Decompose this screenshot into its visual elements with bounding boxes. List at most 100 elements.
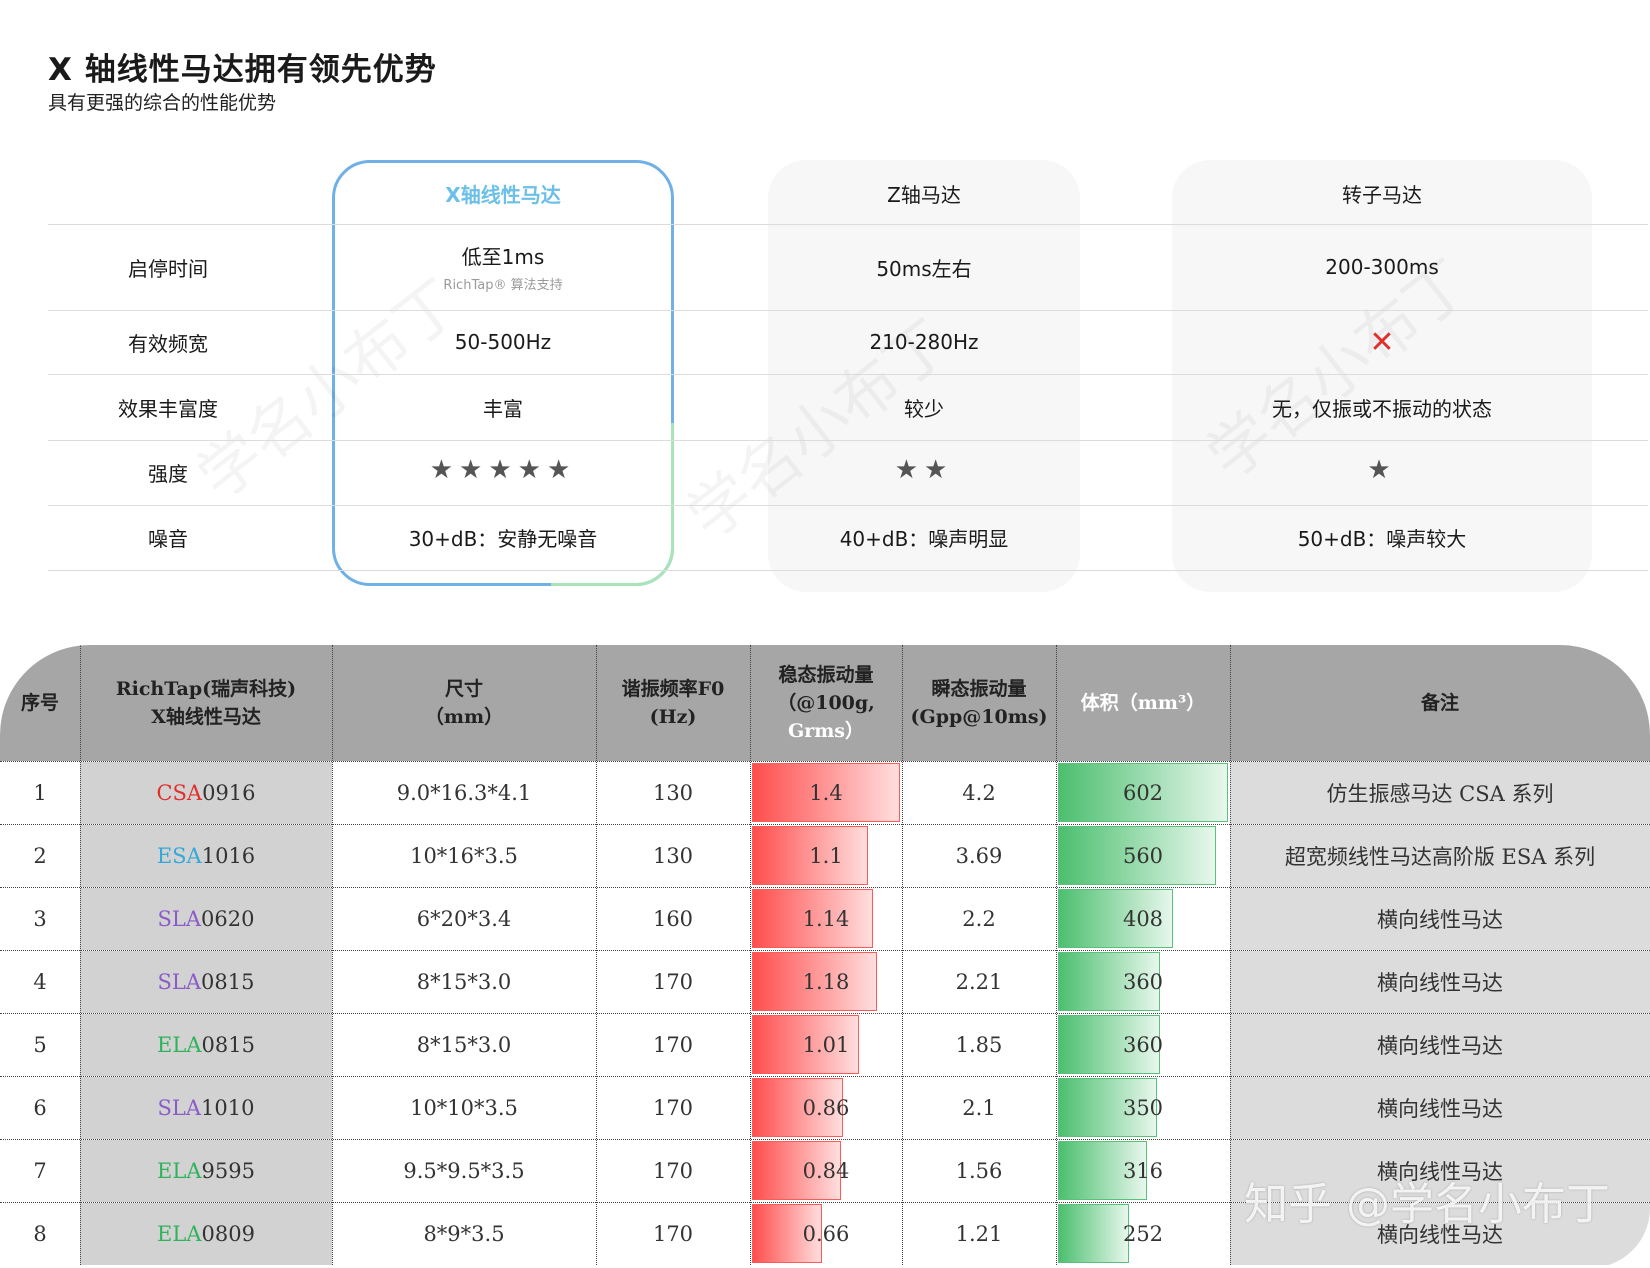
cell-f0: 170 [652, 1033, 694, 1057]
cell-model: CSA 0916 [80, 762, 332, 824]
column-divider [750, 645, 751, 1265]
page-title: X 轴线性马达拥有领先优势 [48, 52, 437, 88]
cell-value: 560 [1122, 844, 1164, 868]
cell-f0: 170 [652, 1159, 694, 1183]
header-volume: 体积（mm³） [1080, 692, 1206, 714]
cell-steady: 1.01 [750, 1014, 902, 1076]
cell-volume: 560 [1056, 825, 1230, 887]
table-row: 2 ESA 1016 10*16*3.5 130 1.1 3.69 560 超宽频线性马达高阶版… [0, 824, 1650, 887]
cell-size: 8*15*3.0 [416, 1033, 512, 1057]
model-number: 0815 [201, 970, 255, 994]
cell-volume: 360 [1056, 1014, 1230, 1076]
value-z-start-stop: 50ms左右 [876, 256, 972, 281]
value-rotor-start-stop: 200-300ms [1325, 255, 1439, 279]
cell-transient: 1.21 [955, 1222, 1003, 1246]
cell-steady: 0.66 [750, 1203, 902, 1265]
cell-value: 316 [1122, 1159, 1164, 1183]
model-prefix: ELA [157, 1033, 202, 1057]
cell-remark: 仿生振感马达 CSA 系列 [1230, 762, 1650, 824]
cell-f0: 130 [652, 844, 694, 868]
value-z-noise: 40+dB：噪声明显 [839, 527, 1009, 551]
cell-model: ELA 9595 [80, 1140, 332, 1202]
table-row: 1 CSA 0916 9.0*16.3*4.1 130 1.4 4.2 602 仿生振感马达 C… [0, 761, 1650, 824]
cell-f0: 160 [652, 907, 694, 931]
cell-remark: 超宽频线性马达高阶版 ESA 系列 [1230, 825, 1650, 887]
table-row: 5 ELA 0815 8*15*3.0 170 1.01 1.85 360 横向线性马达 [0, 1013, 1650, 1076]
value-rotor-richness: 无，仅振或不振动的状态 [1272, 396, 1492, 421]
row-label-richness: 效果丰富度 [118, 396, 218, 421]
table-row: 3 SLA 0620 6*20*3.4 160 1.14 2.2 408 横向线性马达 [0, 887, 1650, 950]
motor-comparison: 学名小布丁 学名小布丁 学名小布丁 X轴线性马达 Z轴马达 转子马达 启停时间 … [0, 150, 1650, 600]
value-text: 低至1ms [461, 245, 545, 269]
value-z-richness: 较少 [904, 396, 944, 421]
value-x-richness: 丰富 [483, 396, 523, 421]
value-rotor-bandwidth: ✕ [1172, 310, 1592, 374]
cell-transient: 2.2 [962, 907, 996, 931]
cell-index: 5 [33, 1033, 47, 1057]
cell-transient: 3.69 [955, 844, 1003, 868]
value-x-noise: 30+dB：安静无噪音 [408, 527, 598, 551]
model-number: 1016 [201, 844, 256, 868]
cell-remark: 横向线性马达 [1230, 1014, 1650, 1076]
table-row: 4 SLA 0815 8*15*3.0 170 1.18 2.21 360 横向线性马达 [0, 950, 1650, 1013]
row-label-bandwidth: 有效频宽 [128, 331, 208, 356]
cell-size: 9.5*9.5*3.5 [403, 1159, 525, 1183]
cell-value: 0.66 [802, 1222, 850, 1246]
model-prefix: ELA [157, 1159, 202, 1183]
cell-transient: 1.85 [955, 1033, 1003, 1057]
header-f0: 谐振频率F0 (Hz) [621, 678, 725, 728]
cell-value: 350 [1122, 1096, 1164, 1120]
value-x-bandwidth: 50-500Hz [454, 330, 552, 354]
model-prefix: ELA [157, 1222, 202, 1246]
column-divider [332, 645, 333, 1265]
model-prefix: CSA [156, 781, 203, 805]
cell-index: 2 [33, 844, 47, 868]
cell-model: ELA 0809 [80, 1203, 332, 1265]
cell-volume: 350 [1056, 1077, 1230, 1139]
cell-steady: 1.18 [750, 951, 902, 1013]
volume-bar [1058, 1204, 1129, 1263]
table-row: 6 SLA 1010 10*10*3.5 170 0.86 2.1 350 横向线性马达 [0, 1076, 1650, 1139]
cell-volume: 602 [1056, 762, 1230, 824]
cell-f0: 170 [652, 1096, 694, 1120]
header-index: 序号 [20, 692, 59, 714]
cell-steady: 1.1 [750, 825, 902, 887]
cell-volume: 316 [1056, 1140, 1230, 1202]
row-label-strength: 强度 [148, 462, 188, 486]
column-divider [80, 645, 81, 1265]
cell-model: SLA 1010 [80, 1077, 332, 1139]
model-number: 0815 [201, 1033, 255, 1057]
cell-size: 8*15*3.0 [416, 970, 512, 994]
column-divider [1230, 645, 1231, 1265]
model-prefix: SLA [157, 970, 202, 994]
cell-transient: 1.56 [955, 1159, 1003, 1183]
cell-size: 8*9*3.5 [423, 1222, 505, 1246]
model-prefix: ESA [156, 844, 202, 868]
column-divider [902, 645, 903, 1265]
cell-size: 10*16*3.5 [410, 844, 518, 868]
value-x-start-stop: 低至1ms RichTap® 算法支持 [332, 224, 674, 310]
cell-index: 1 [33, 781, 47, 805]
cell-f0: 170 [652, 1222, 694, 1246]
cell-value: 0.84 [802, 1159, 850, 1183]
cell-model: SLA 0620 [80, 888, 332, 950]
cell-size: 10*10*3.5 [410, 1096, 518, 1120]
cell-remark: 横向线性马达 [1230, 1077, 1650, 1139]
cell-steady: 0.84 [750, 1140, 902, 1202]
model-prefix: SLA [157, 907, 202, 931]
star-rating: ★★ [894, 455, 954, 485]
model-number: 0916 [202, 781, 256, 805]
cell-value: 0.86 [802, 1096, 850, 1120]
cell-value: 1.1 [809, 844, 843, 868]
cell-index: 8 [33, 1222, 47, 1246]
cross-icon: ✕ [1369, 324, 1395, 360]
cell-transient: 4.2 [962, 781, 996, 805]
model-number: 0620 [201, 907, 255, 931]
value-z-strength: ★★ [768, 440, 1080, 500]
cell-index: 3 [33, 907, 47, 931]
column-divider [1056, 645, 1057, 1265]
value-rotor-strength: ★ [1172, 440, 1592, 500]
cell-volume: 252 [1056, 1203, 1230, 1265]
cell-index: 6 [33, 1096, 47, 1120]
value-rotor-noise: 50+dB：噪声较大 [1297, 527, 1467, 551]
